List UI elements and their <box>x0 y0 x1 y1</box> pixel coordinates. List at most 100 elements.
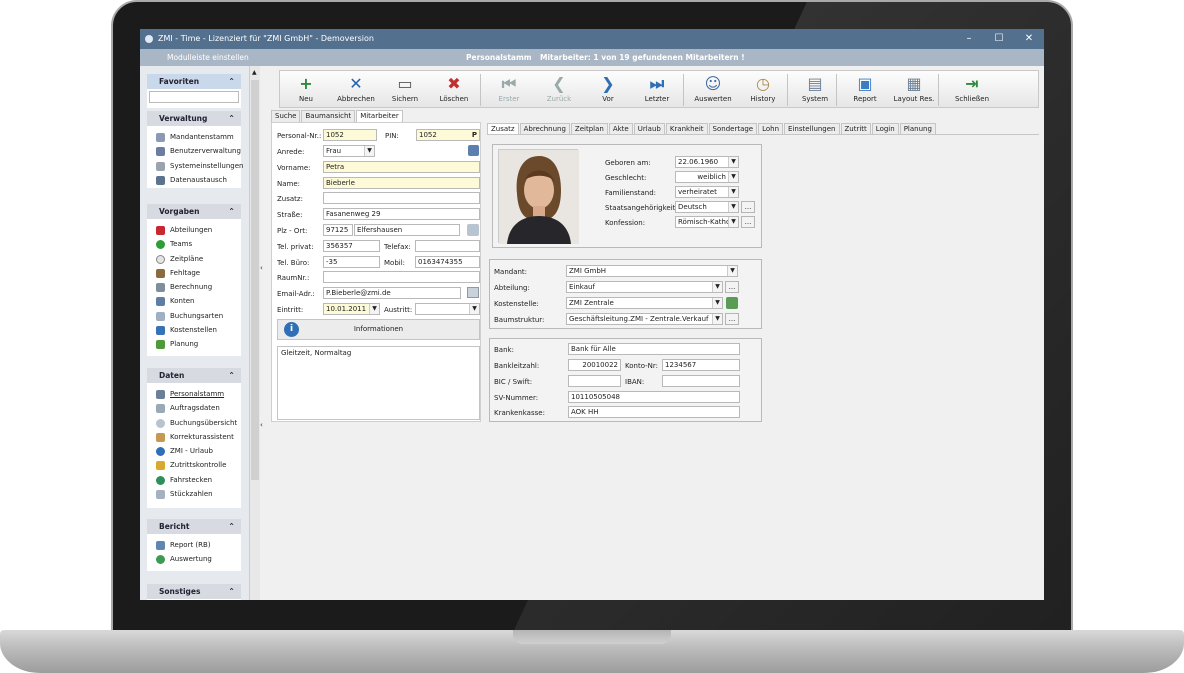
sidebar-item-report-rb[interactable]: Report (RB) <box>147 538 241 552</box>
austritt-field[interactable]: ▼ <box>415 303 480 315</box>
scroll-thumb[interactable] <box>251 80 259 480</box>
chevron-down-icon[interactable]: ▼ <box>712 282 722 292</box>
expand-arrow-icon[interactable]: ‹ <box>260 421 263 429</box>
sidebar-item-fehltage[interactable]: Fehltage <box>147 266 241 280</box>
chevron-down-icon[interactable]: ▼ <box>712 314 722 324</box>
raumnr-field[interactable] <box>323 271 480 283</box>
krankenkasse-field[interactable]: AOK HH <box>568 406 740 418</box>
chevron-down-icon[interactable]: ▼ <box>728 172 738 182</box>
tab-suche[interactable]: Suche <box>271 110 301 122</box>
panel-header[interactable]: Verwaltung ⌃ <box>147 111 241 126</box>
close-button[interactable]: ✕ <box>1014 29 1044 49</box>
geschlecht-select[interactable]: weiblich ▼ <box>675 171 739 183</box>
chevron-down-icon[interactable]: ▼ <box>364 146 374 156</box>
eintritt-field[interactable]: 10.01.2011 ▼ <box>323 303 380 315</box>
system-button[interactable]: ▤ System <box>789 73 841 107</box>
chevron-down-icon[interactable]: ▼ <box>727 266 737 276</box>
chevron-down-icon[interactable]: ▼ <box>728 202 738 212</box>
chevron-down-icon[interactable]: ▼ <box>728 187 738 197</box>
sidebar-item-korrekturassistent[interactable]: Korrekturassistent <box>147 430 241 444</box>
collapse-arrow-icon[interactable]: ‹ <box>260 264 263 272</box>
map-icon[interactable] <box>467 224 479 236</box>
panel-header[interactable]: Sonstiges ⌃ <box>147 584 241 599</box>
baumstruktur-more-button[interactable]: ... <box>725 313 739 325</box>
chevron-down-icon[interactable]: ▼ <box>469 304 479 314</box>
sidebar-item-benutzerverwaltung[interactable]: Benutzerverwaltung <box>147 144 241 158</box>
maximize-button[interactable]: ☐ <box>984 29 1014 49</box>
sidebar-item-zutrittskontrolle[interactable]: Zutrittskontrolle <box>147 458 241 472</box>
sidebar-item-fahrstecken[interactable]: Fahrstecken <box>147 473 241 487</box>
familienstand-select[interactable]: verheiratet ▼ <box>675 186 739 198</box>
new-button[interactable]: + Neu <box>280 73 332 107</box>
mobil-field[interactable]: 0163474355 <box>415 256 480 268</box>
email-field[interactable]: P.Bieberle@zmi.de <box>323 287 461 299</box>
abteilung-more-button[interactable]: ... <box>725 281 739 293</box>
sidebar-item-mandantenstamm[interactable]: Mandantenstamm <box>147 130 241 144</box>
scroll-up-arrow[interactable]: ▲ <box>252 69 257 76</box>
staatsangehoerigkeit-more-button[interactable]: ... <box>741 201 755 213</box>
chevron-down-icon[interactable]: ▼ <box>712 298 722 308</box>
panel-header[interactable]: Vorgaben ⌃ <box>147 204 241 219</box>
close-module-button[interactable]: ⇥ Schließen <box>946 73 998 107</box>
chevron-down-icon[interactable]: ▼ <box>728 217 738 227</box>
sidebar-item-zeitplaene[interactable]: Zeitpläne <box>147 252 241 266</box>
chevron-up-icon[interactable]: ⌃ <box>228 111 235 126</box>
name-field[interactable]: Bieberle <box>323 177 480 189</box>
sidebar-item-konten[interactable]: Konten <box>147 294 241 308</box>
minimize-button[interactable]: – <box>954 29 984 49</box>
chevron-up-icon[interactable]: ⌃ <box>228 584 235 599</box>
module-bar-setting-link[interactable]: Modulleiste einstellen <box>167 49 249 66</box>
bankleitzahl-field[interactable]: 20010022 <box>568 359 621 371</box>
layout-reset-button[interactable]: ▦ Layout Res. <box>888 73 940 107</box>
sidebar-item-kostenstellen[interactable]: Kostenstellen <box>147 323 241 337</box>
tab-mitarbeiter[interactable]: Mitarbeiter <box>356 110 403 122</box>
sidebar-item-buchungsuebersicht[interactable]: Buchungsübersicht <box>147 416 241 430</box>
baumstruktur-select[interactable]: Geschäftsleitung.ZMI - Zentrale.Verkauf ▼ <box>566 313 723 325</box>
sidebar-item-planung[interactable]: Planung <box>147 337 241 351</box>
mandant-select[interactable]: ZMI GmbH ▼ <box>566 265 738 277</box>
plz-field[interactable]: 97125 <box>323 224 353 236</box>
informationen-button[interactable]: i Informationen <box>277 319 480 340</box>
strasse-field[interactable]: Fasanenweg 29 <box>323 208 480 220</box>
evaluate-button[interactable]: ☺ Auswerten <box>687 73 739 107</box>
chevron-up-icon[interactable]: ⌃ <box>228 74 235 89</box>
sidebar-item-abteilungen[interactable]: Abteilungen <box>147 223 241 237</box>
last-button[interactable]: ⏭ Letzter <box>631 73 683 107</box>
chevron-up-icon[interactable]: ⌃ <box>228 204 235 219</box>
tab-baumansicht[interactable]: Baumansicht <box>301 110 356 122</box>
anrede-select[interactable]: Frau ▼ <box>323 145 375 157</box>
next-button[interactable]: ❯ Vor <box>582 73 634 107</box>
tel-buero-field[interactable]: -35 <box>323 256 380 268</box>
chevron-down-icon[interactable]: ▼ <box>369 304 379 314</box>
abteilung-select[interactable]: Einkauf ▼ <box>566 281 723 293</box>
iban-field[interactable] <box>662 375 740 387</box>
zusatz-field[interactable] <box>323 192 480 204</box>
sidebar-item-zmi-urlaub[interactable]: ZMI - Urlaub <box>147 444 241 458</box>
panel-header[interactable]: Bericht ⌃ <box>147 519 241 534</box>
card-icon[interactable] <box>468 145 479 156</box>
kostenstelle-select[interactable]: ZMI Zentrale ▼ <box>566 297 723 309</box>
personal-nr-field[interactable]: 1052 <box>323 129 377 141</box>
favoriten-input[interactable] <box>149 91 239 103</box>
sidebar-item-buchungsarten[interactable]: Buchungsarten <box>147 309 241 323</box>
tel-privat-field[interactable]: 356357 <box>323 240 380 252</box>
pin-button[interactable]: P <box>472 130 477 140</box>
cancel-button[interactable]: ✕ Abbrechen <box>330 73 382 107</box>
history-button[interactable]: ◷ History <box>737 73 789 107</box>
chevron-up-icon[interactable]: ⌃ <box>228 519 235 534</box>
delete-button[interactable]: ✖ Löschen <box>428 73 480 107</box>
panel-header[interactable]: Favoriten ⌃ <box>147 74 241 89</box>
sidebar-item-systemeinstellungen[interactable]: Systemeinstellungen <box>147 159 243 173</box>
notes-textarea[interactable]: Gleitzeit, Normaltag <box>277 346 480 420</box>
ort-field[interactable]: Elfershausen <box>354 224 460 236</box>
chevron-up-icon[interactable]: ⌃ <box>228 368 235 383</box>
chevron-down-icon[interactable]: ▼ <box>728 157 738 167</box>
sidebar-item-auswertung[interactable]: Auswertung <box>147 552 241 566</box>
report-button[interactable]: ▣ Report <box>839 73 891 107</box>
sidebar-item-auftragsdaten[interactable]: Auftragsdaten <box>147 401 241 415</box>
sidebar-item-berechnung[interactable]: Berechnung <box>147 280 241 294</box>
save-button[interactable]: ▭ Sichern <box>379 73 431 107</box>
bic-field[interactable] <box>568 375 621 387</box>
pin-field[interactable]: 1052 P <box>416 129 480 141</box>
konfession-more-button[interactable]: ... <box>741 216 755 228</box>
